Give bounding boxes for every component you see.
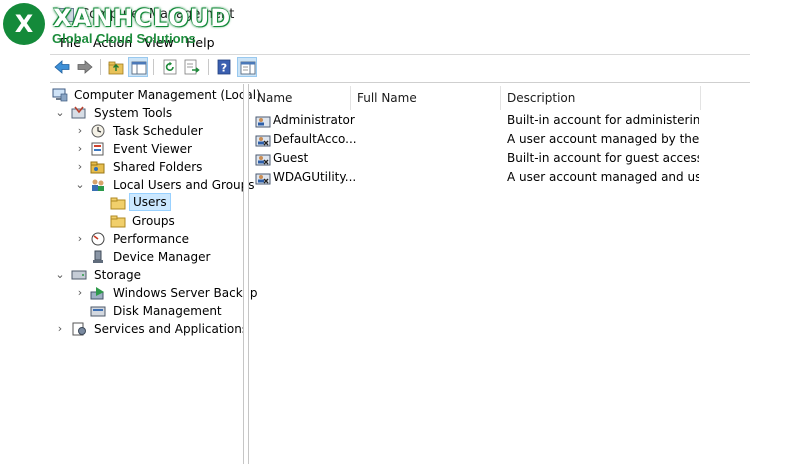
column-header-full-name[interactable]: Full Name <box>357 86 417 110</box>
user-account-icon <box>255 116 271 128</box>
storage-icon <box>71 270 87 280</box>
user-name: WDAGUtility... <box>273 170 357 184</box>
table-row[interactable]: Guest Built-in account for guest access … <box>250 149 800 168</box>
back-arrow-icon <box>54 60 70 74</box>
chevron-right-icon[interactable]: › <box>74 158 86 176</box>
table-row[interactable]: DefaultAcco... A user account managed by… <box>250 130 800 149</box>
clock-icon <box>91 124 105 138</box>
disabled-user-account-icon <box>255 154 271 166</box>
tree-label: Groups <box>132 214 175 228</box>
performance-icon <box>91 232 105 246</box>
user-description: Built-in account for administering... <box>507 113 699 127</box>
chevron-right-icon[interactable]: › <box>74 230 86 248</box>
disk-management-icon <box>90 306 106 317</box>
shared-folders-icon <box>90 161 105 174</box>
logo-tagline: Global Cloud Solutions <box>52 31 196 46</box>
up-folder-icon <box>108 61 124 75</box>
help-icon: ? <box>217 59 231 75</box>
chevron-right-icon[interactable]: › <box>74 122 86 140</box>
toolbar: ? <box>50 56 750 80</box>
column-header-name[interactable]: Name <box>257 86 292 110</box>
folder-icon <box>110 197 126 210</box>
event-viewer-icon <box>91 142 104 156</box>
logo-brand-name: XANHCLOUD <box>53 4 232 32</box>
pane-splitter[interactable] <box>243 84 249 464</box>
toolbar-separator <box>153 59 154 75</box>
chevron-right-icon[interactable]: › <box>74 140 86 158</box>
toolbar-separator <box>208 59 209 75</box>
show-hide-tree-icon <box>131 61 147 75</box>
user-description: Built-in account for guest access t... <box>507 151 699 165</box>
computer-management-window: Computer Management File Action View Hel… <box>50 0 750 464</box>
chevron-down-icon[interactable]: ⌄ <box>54 266 66 284</box>
xanhcloud-watermark-logo: X XANHCLOUD Global Cloud Solutions <box>0 0 230 52</box>
services-icon <box>72 322 86 336</box>
tree-label: Task Scheduler <box>113 124 203 138</box>
refresh-button[interactable] <box>160 57 180 77</box>
computer-management-icon <box>52 88 68 102</box>
tree-label: Disk Management <box>113 304 222 318</box>
tree-label: Performance <box>113 232 190 246</box>
table-row[interactable]: WDAGUtility... A user account managed an… <box>250 168 800 187</box>
tree-label: System Tools <box>94 106 173 120</box>
refresh-icon <box>163 59 177 75</box>
results-list: Name Full Name Description Administrator… <box>250 84 800 464</box>
chevron-down-icon[interactable]: ⌄ <box>74 176 86 194</box>
column-header-description[interactable]: Description <box>507 86 575 110</box>
tree-label: Services and Applications <box>94 322 249 336</box>
tree-label: Device Manager <box>113 250 211 264</box>
chevron-right-icon[interactable]: › <box>54 320 66 338</box>
console-tree: Computer Management (Local) ⌄ System Too… <box>50 84 261 464</box>
users-group-icon <box>92 179 104 191</box>
user-name: DefaultAcco... <box>273 132 357 146</box>
export-list-button[interactable] <box>182 57 202 77</box>
tree-label: Event Viewer <box>113 142 192 156</box>
menu-divider <box>50 54 750 55</box>
forward-button[interactable] <box>75 57 95 77</box>
user-name: Guest <box>273 151 309 165</box>
table-row[interactable]: Administrator Built-in account for admin… <box>250 111 800 130</box>
forward-arrow-icon <box>77 60 93 74</box>
help-button[interactable]: ? <box>214 57 234 77</box>
show-hide-action-pane-button[interactable] <box>237 57 257 77</box>
tree-label: Computer Management (Local) <box>74 88 261 102</box>
folder-icon <box>110 215 126 228</box>
tree-label: Local Users and Groups <box>113 178 255 192</box>
chevron-right-icon[interactable]: › <box>74 284 86 302</box>
disabled-user-account-icon <box>255 173 271 185</box>
logo-mark: X <box>14 10 34 38</box>
system-tools-icon <box>71 106 86 119</box>
disabled-user-account-icon <box>255 135 271 147</box>
toolbar-separator <box>100 59 101 75</box>
up-one-level-button[interactable] <box>106 57 126 77</box>
backup-icon <box>90 287 104 300</box>
back-button[interactable] <box>52 57 72 77</box>
show-hide-action-pane-icon <box>240 61 256 75</box>
device-manager-icon <box>93 250 103 263</box>
tree-label: Users <box>129 193 171 211</box>
chevron-down-icon[interactable]: ⌄ <box>54 104 66 122</box>
show-hide-console-tree-button[interactable] <box>128 57 148 77</box>
user-description: A user account managed and use... <box>507 170 699 184</box>
tree-label: Windows Server Backup <box>113 286 258 300</box>
user-name: Administrator <box>273 113 355 127</box>
tree-label: Storage <box>94 268 141 282</box>
column-divider[interactable] <box>350 86 351 110</box>
user-description: A user account managed by the s... <box>507 132 699 146</box>
column-divider[interactable] <box>500 86 501 110</box>
export-list-icon <box>184 59 200 75</box>
toolbar-divider <box>50 82 750 83</box>
column-divider[interactable] <box>700 86 701 110</box>
svg-text:?: ? <box>221 62 227 75</box>
tree-label: Shared Folders <box>113 160 203 174</box>
